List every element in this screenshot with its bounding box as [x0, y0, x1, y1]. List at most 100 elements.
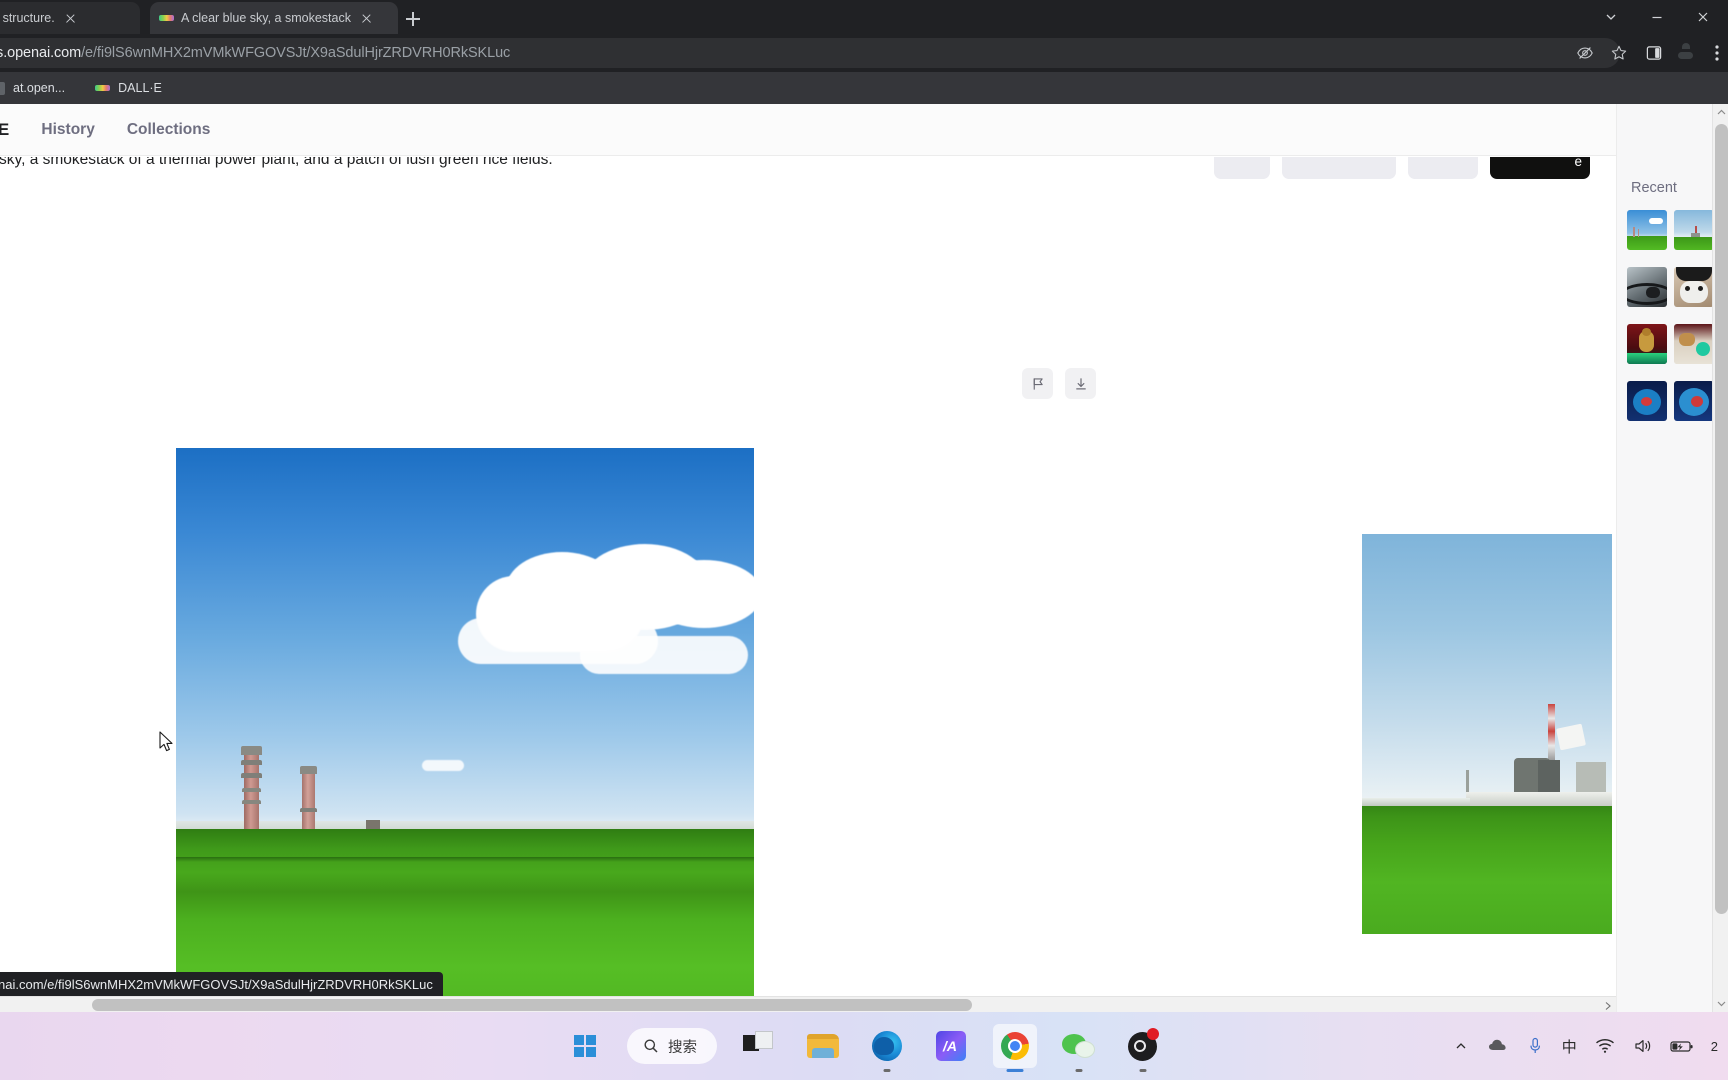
recent-thumbnail-grid [1627, 210, 1723, 421]
recent-row [1627, 267, 1723, 307]
smokestack-cap [300, 766, 317, 774]
chevron-down-icon[interactable] [1588, 0, 1634, 34]
distant-buildings [1362, 798, 1470, 806]
scroll-up-arrow-icon[interactable] [1713, 104, 1728, 121]
vertical-scrollbar-thumb[interactable] [1715, 124, 1728, 914]
smokestack-band [242, 800, 261, 804]
minimize-button[interactable] [1634, 0, 1680, 34]
chrome-menu-icon[interactable] [1706, 38, 1728, 68]
profile-avatar-icon[interactable] [1672, 38, 1706, 68]
recent-thumbnail[interactable] [1627, 381, 1667, 421]
bookmark-item-1[interactable]: DALL·E [87, 76, 170, 100]
generic-page-icon [0, 81, 5, 95]
windows-logo-icon [574, 1035, 596, 1057]
browser-tab-2[interactable]: A clear blue sky, a smokestack [150, 2, 398, 34]
microsoft-edge-icon[interactable] [865, 1024, 909, 1072]
action-button-2[interactable] [1408, 157, 1478, 179]
start-button[interactable] [563, 1024, 607, 1068]
running-indicator [883, 1069, 891, 1072]
link-status-bubble: nai.com/e/fi9lS6wnMHX2mVMkWFGOVSJt/X9aSd… [0, 972, 443, 996]
close-icon[interactable] [358, 10, 375, 27]
cloud-shape [580, 636, 748, 674]
obs-studio-icon[interactable] [1121, 1024, 1165, 1072]
vertical-scrollbar[interactable] [1712, 104, 1728, 1012]
taskbar-search-box[interactable]: 搜索 [627, 1028, 717, 1064]
dalle-brand-logo[interactable]: ·E [0, 120, 9, 140]
window-controls [1568, 0, 1728, 34]
smokestack-band [242, 788, 261, 792]
toolbar-icon-group [1568, 38, 1728, 68]
download-icon[interactable] [1065, 368, 1096, 399]
bookmark-item-0-label: at.open... [13, 81, 66, 95]
notification-badge [1147, 1028, 1159, 1040]
generated-image-secondary[interactable] [1362, 534, 1612, 934]
image-stage: nai.com/e/fi9lS6wnMHX2mVMkWFGOVSJt/X9aSd… [0, 190, 1616, 1012]
address-bar[interactable]: labs.openai.com/e/fi9lS6wnMHX2mVMkWFGOVS… [0, 38, 1620, 68]
mouse-cursor [159, 731, 173, 752]
horizontal-scrollbar[interactable] [0, 996, 1616, 1012]
side-panel-icon[interactable] [1636, 38, 1672, 68]
wechat-icon[interactable] [1057, 1024, 1101, 1072]
nav-link-collections[interactable]: Collections [127, 121, 211, 139]
close-window-button[interactable] [1680, 0, 1726, 34]
volume-icon[interactable] [1633, 1036, 1653, 1056]
running-indicator [1139, 1069, 1147, 1072]
rice-field [1362, 798, 1612, 934]
battery-charging-icon[interactable] [1670, 1036, 1694, 1056]
bookmark-star-icon[interactable] [1602, 38, 1636, 68]
generate-button[interactable]: e [1490, 157, 1590, 179]
close-icon[interactable] [62, 10, 79, 27]
screen: ng sentence structure. A clear blue sky,… [0, 0, 1728, 1080]
active-indicator [1006, 1069, 1024, 1072]
smokestack-band [300, 808, 317, 812]
scroll-right-arrow-icon[interactable] [1602, 999, 1614, 1011]
windows-taskbar: 搜索 /A 中 2 [0, 1012, 1728, 1080]
ai-app-icon[interactable]: /A [929, 1024, 973, 1068]
recent-thumbnail[interactable] [1627, 267, 1667, 307]
image-tool-buttons [1022, 368, 1096, 399]
browser-tab-strip: ng sentence structure. A clear blue sky,… [0, 0, 1728, 34]
cloud-shape [422, 760, 464, 771]
google-chrome-icon[interactable] [993, 1024, 1037, 1072]
ime-chinese-icon[interactable]: 中 [1562, 1036, 1577, 1057]
recent-row [1627, 381, 1723, 421]
site-navbar: ·E History Collections [0, 104, 1616, 156]
tray-trailing-text: 2 [1710, 1038, 1718, 1054]
task-view-icon[interactable] [737, 1024, 781, 1068]
recent-panel-title: Recent [1631, 180, 1677, 196]
flag-icon[interactable] [1022, 368, 1053, 399]
dalle-icon [159, 15, 174, 21]
prompt-text: lue sky, a smokestack of a thermal power… [0, 157, 553, 168]
recent-thumbnail[interactable] [1674, 381, 1714, 421]
dalle-icon [95, 85, 111, 91]
action-button-0[interactable] [1214, 157, 1270, 179]
smokestack-cap [241, 746, 262, 755]
recent-thumbnail[interactable] [1674, 324, 1714, 364]
nav-link-history[interactable]: History [41, 121, 94, 139]
scroll-down-arrow-icon[interactable] [1713, 995, 1728, 1012]
page-viewport: ·E History Collections lue sky, a smokes… [0, 104, 1728, 1012]
taskbar-center-group: 搜索 /A [563, 1012, 1165, 1080]
incognito-eye-off-icon[interactable] [1568, 38, 1602, 68]
horizontal-scrollbar-thumb[interactable] [92, 999, 972, 1011]
chevron-up-icon[interactable] [1451, 1036, 1471, 1056]
address-bar-url: labs.openai.com/e/fi9lS6wnMHX2mVMkWFGOVS… [0, 45, 510, 61]
file-explorer-icon[interactable] [801, 1024, 845, 1068]
generated-image-primary[interactable] [176, 448, 754, 1012]
smokestack-band [241, 760, 262, 765]
bookmark-item-0[interactable]: at.open... [0, 76, 73, 100]
recent-thumbnail[interactable] [1674, 267, 1714, 307]
wifi-icon[interactable] [1594, 1036, 1616, 1056]
new-tab-button[interactable] [400, 6, 426, 32]
recent-row [1627, 210, 1723, 250]
recent-thumbnail[interactable] [1627, 324, 1667, 364]
recent-thumbnail[interactable] [1627, 210, 1667, 250]
browser-tab-1[interactable]: ng sentence structure. [0, 2, 140, 34]
bookmark-item-1-label: DALL·E [118, 81, 162, 95]
cloud-icon[interactable] [1488, 1036, 1508, 1056]
microphone-icon[interactable] [1525, 1036, 1545, 1056]
action-button-1[interactable] [1282, 157, 1396, 179]
recent-thumbnail[interactable] [1674, 210, 1714, 250]
browser-tab-2-title: A clear blue sky, a smokestack [181, 11, 351, 25]
prompt-row: lue sky, a smokestack of a thermal power… [0, 157, 1616, 189]
